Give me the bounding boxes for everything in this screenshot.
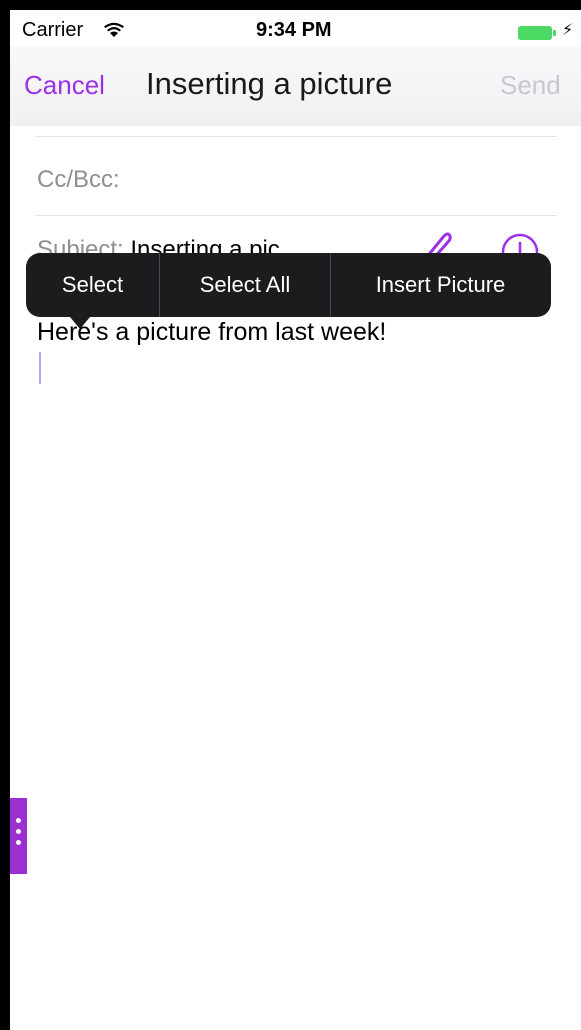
wifi-icon xyxy=(104,22,124,37)
side-drawer-handle[interactable] xyxy=(10,798,27,874)
edit-context-menu: Select Select All Insert Picture xyxy=(26,253,551,329)
status-bar: Carrier 9:34 PM ⚡ xyxy=(10,10,581,46)
cancel-button[interactable]: Cancel xyxy=(24,70,105,101)
charging-bolt-icon: ⚡ xyxy=(562,22,574,39)
device-frame xyxy=(0,0,581,1030)
more-vertical-icon xyxy=(16,818,21,851)
battery-icon xyxy=(518,26,558,40)
send-button[interactable]: Send xyxy=(500,70,561,101)
message-body[interactable]: Here's a picture from last week! xyxy=(37,318,386,347)
select-menu-item[interactable]: Select xyxy=(26,253,159,317)
clock-time: 9:34 PM xyxy=(256,19,332,41)
page-title: Inserting a picture xyxy=(146,66,393,101)
text-cursor xyxy=(39,352,41,384)
cc-bcc-field[interactable]: Cc/Bcc: xyxy=(37,166,120,194)
navigation-bar: Cancel Inserting a picture Send xyxy=(10,46,581,126)
divider xyxy=(36,215,557,216)
divider xyxy=(36,136,557,137)
insert-picture-menu-item[interactable]: Insert Picture xyxy=(331,253,550,317)
select-all-menu-item[interactable]: Select All xyxy=(160,253,330,317)
carrier-label: Carrier xyxy=(22,19,84,41)
